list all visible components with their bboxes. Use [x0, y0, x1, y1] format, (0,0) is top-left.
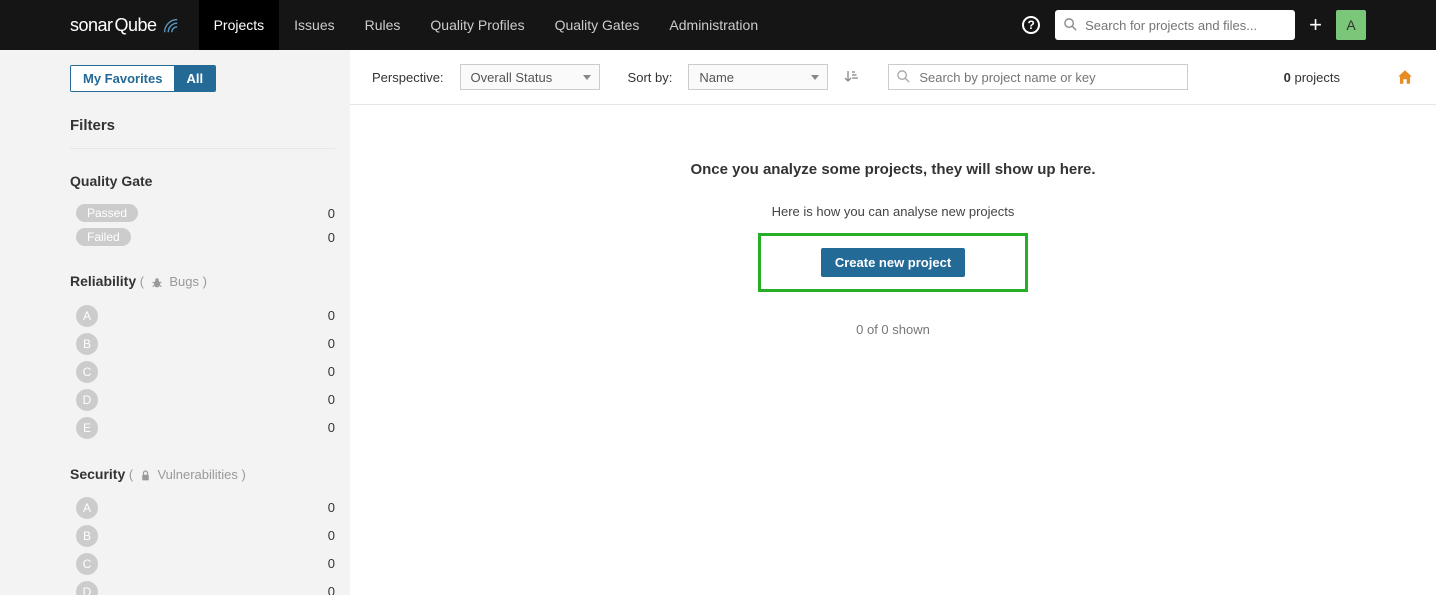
filter-row[interactable]: B0 — [70, 330, 335, 358]
filter-row[interactable]: D0 — [70, 578, 335, 595]
help-icon[interactable]: ? — [1022, 16, 1040, 34]
filter-count: 0 — [328, 336, 335, 351]
empty-state: Once you analyze some projects, they wil… — [350, 105, 1436, 337]
filter-row[interactable]: C0 — [70, 550, 335, 578]
global-search-input[interactable] — [1055, 10, 1295, 40]
shown-count: 0 of 0 shown — [350, 322, 1436, 337]
filters-heading: Filters — [70, 117, 335, 149]
lock-icon — [139, 469, 152, 482]
perspective-select[interactable]: Overall Status — [460, 64, 600, 90]
filter-count: 0 — [328, 308, 335, 323]
filter-subtitle: ( Vulnerabilities ) — [129, 467, 246, 482]
logo-arcs-icon — [161, 16, 179, 34]
grade-badge: D — [76, 581, 98, 595]
project-count-num: 0 — [1284, 70, 1291, 85]
filter-row[interactable]: Failed 0 — [70, 225, 335, 249]
filter-count: 0 — [328, 206, 335, 221]
nav-link-issues[interactable]: Issues — [279, 0, 349, 50]
search-icon — [1063, 17, 1078, 32]
user-avatar[interactable]: A — [1336, 10, 1366, 40]
project-search-wrap — [888, 64, 1188, 90]
main-content: Perspective: Overall Status Sort by: Nam… — [350, 50, 1436, 595]
top-nav: sonarQube ProjectsIssuesRulesQuality Pro… — [0, 0, 1436, 50]
create-new-project-button[interactable]: Create new project — [821, 248, 965, 277]
toggle-my-favorites[interactable]: My Favorites — [71, 66, 174, 91]
sidebar: My Favorites All Filters Quality Gate Pas… — [0, 50, 350, 595]
filter-count: 0 — [328, 528, 335, 543]
perspective-label: Perspective: — [372, 70, 444, 85]
filter-count: 0 — [328, 230, 335, 245]
bug-icon — [150, 276, 164, 290]
status-pill: Failed — [76, 228, 131, 246]
filter-row[interactable]: A0 — [70, 494, 335, 522]
sort-direction-icon[interactable] — [844, 69, 860, 85]
grade-badge: B — [76, 333, 98, 355]
create-highlight-box: Create new project — [758, 233, 1028, 292]
grade-badge: C — [76, 553, 98, 575]
filter-row[interactable]: Passed 0 — [70, 201, 335, 225]
status-pill: Passed — [76, 204, 138, 222]
filter-row[interactable]: B0 — [70, 522, 335, 550]
filter-row[interactable]: E0 — [70, 414, 335, 442]
grade-badge: A — [76, 497, 98, 519]
nav-link-quality-gates[interactable]: Quality Gates — [540, 0, 655, 50]
create-plus-button[interactable]: + — [1309, 12, 1322, 38]
filter-row[interactable]: C0 — [70, 358, 335, 386]
project-search-input[interactable] — [888, 64, 1188, 90]
grade-badge: A — [76, 305, 98, 327]
logo[interactable]: sonarQube — [70, 15, 179, 36]
grade-badge: D — [76, 389, 98, 411]
project-count-word: projects — [1294, 70, 1340, 85]
empty-subtext: Here is how you can analyse new projects — [350, 204, 1436, 219]
filter-count: 0 — [328, 364, 335, 379]
filter-title: Security — [70, 466, 125, 482]
home-icon[interactable] — [1396, 68, 1414, 86]
toggle-all[interactable]: All — [174, 66, 215, 91]
filter-count: 0 — [328, 556, 335, 571]
filter-count: 0 — [328, 392, 335, 407]
sort-label: Sort by: — [628, 70, 673, 85]
grade-badge: B — [76, 525, 98, 547]
project-count: 0 projects — [1284, 70, 1340, 85]
sort-value: Name — [699, 70, 734, 85]
favorites-toggle: My Favorites All — [70, 65, 216, 92]
grade-badge: C — [76, 361, 98, 383]
filter-group-security: Security ( Vulnerabilities )A0B0C0D0E0 — [70, 466, 335, 595]
filter-title: Quality Gate — [70, 173, 152, 189]
filter-count: 0 — [328, 584, 335, 595]
nav-links: ProjectsIssuesRulesQuality ProfilesQuali… — [199, 0, 774, 50]
toolbar: Perspective: Overall Status Sort by: Nam… — [350, 50, 1436, 105]
nav-link-rules[interactable]: Rules — [350, 0, 416, 50]
logo-text-2: Qube — [115, 15, 157, 36]
filter-group-quality-gate: Quality Gate Passed 0 Failed 0 — [70, 173, 335, 249]
grade-badge: E — [76, 417, 98, 439]
filter-group-reliability: Reliability ( Bugs )A0B0C0D0E0 — [70, 273, 335, 442]
empty-heading: Once you analyze some projects, they wil… — [350, 161, 1436, 178]
filter-row[interactable]: A0 — [70, 302, 335, 330]
filter-title: Reliability — [70, 273, 136, 289]
filter-subtitle: ( Bugs ) — [140, 274, 207, 289]
perspective-value: Overall Status — [471, 70, 553, 85]
search-icon — [896, 69, 911, 84]
sort-select[interactable]: Name — [688, 64, 828, 90]
nav-link-administration[interactable]: Administration — [654, 0, 773, 50]
logo-text-1: sonar — [70, 15, 113, 36]
nav-link-quality-profiles[interactable]: Quality Profiles — [415, 0, 539, 50]
filter-row[interactable]: D0 — [70, 386, 335, 414]
nav-link-projects[interactable]: Projects — [199, 0, 280, 50]
filter-count: 0 — [328, 420, 335, 435]
filter-count: 0 — [328, 500, 335, 515]
global-search-wrap — [1055, 10, 1295, 40]
